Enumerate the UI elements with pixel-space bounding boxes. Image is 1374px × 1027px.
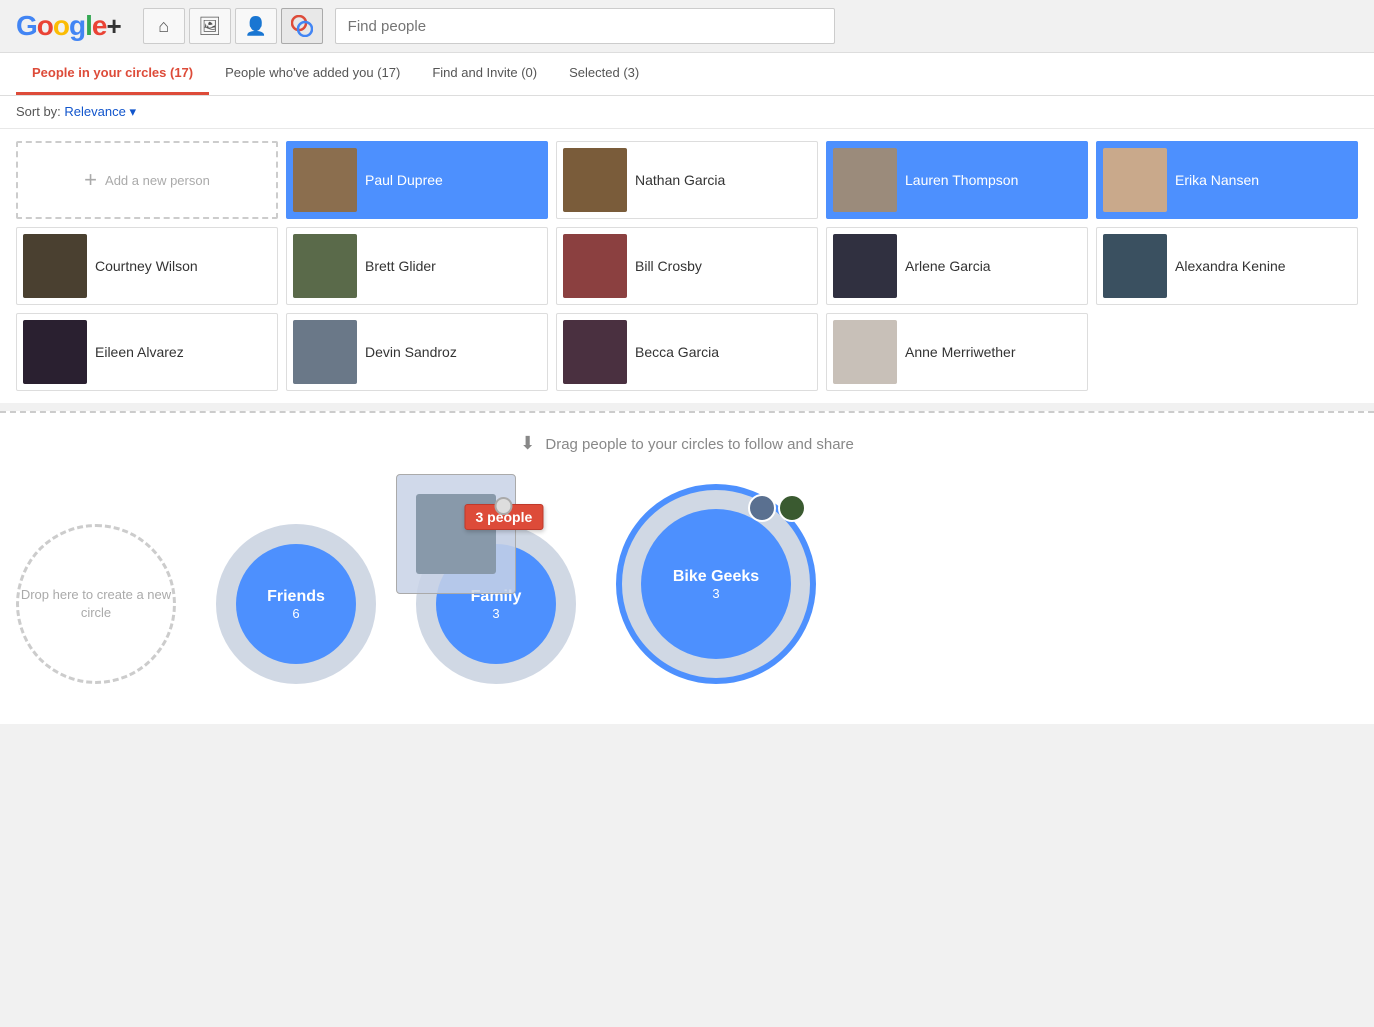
add-icon: + [84,167,97,193]
logo-l: l [85,10,92,41]
drag-hint-text: Drag people to your circles to follow an… [545,436,854,453]
circle-friends-count: 6 [292,606,299,621]
circle-friends-label: Friends [267,588,325,606]
add-person-card[interactable]: + Add a new person [16,141,278,219]
circle-bike-geeks[interactable]: Bike Geeks 3 [616,484,816,684]
mini-avatar-2 [778,494,806,522]
person-name-alexandra-kenine: Alexandra Kenine [1175,257,1286,275]
search-input[interactable] [335,8,835,44]
person-name-lauren-thompson: Lauren Thompson [905,171,1018,189]
circle-bike-geeks-label: Bike Geeks [673,568,759,586]
person-card-becca-garcia[interactable]: Becca Garcia [556,313,818,391]
person-name-bill-crosby: Bill Crosby [635,257,702,275]
people-grid: + Add a new person Paul Dupree Nathan Ga… [0,129,1374,403]
person-card-lauren-thompson[interactable]: Lauren Thompson [826,141,1088,219]
person-name-nathan-garcia: Nathan Garcia [635,171,725,189]
profile-icon[interactable]: 👤 [235,8,277,44]
circle-bike-geeks-count: 3 [712,586,719,601]
person-name-becca-garcia: Becca Garcia [635,343,719,361]
avatar-arlene-garcia [833,234,897,298]
family-drag-overlay [396,474,516,594]
circle-container-friends: Friends 6 [216,524,376,684]
sort-label: Sort by: [16,104,61,119]
drag-hint: ⬇ Drag people to your circles to follow … [0,411,1374,464]
avatar-erika-nansen [1103,148,1167,212]
person-card-devin-sandroz[interactable]: Devin Sandroz [286,313,548,391]
logo-o1: o [37,10,53,41]
avatar-nathan-garcia [563,148,627,212]
avatar-lauren-thompson [833,148,897,212]
person-card-erika-nansen[interactable]: Erika Nansen [1096,141,1358,219]
logo-g: G [16,10,37,41]
person-card-nathan-garcia[interactable]: Nathan Garcia [556,141,818,219]
avatar-eileen-alvarez [23,320,87,384]
person-name-devin-sandroz: Devin Sandroz [365,343,457,361]
circle-family-count: 3 [492,606,499,621]
circle-drop-new[interactable]: Drop here to create a new circle [16,524,176,684]
drag-tag: 3 people [464,504,543,530]
avatar-devin-sandroz [293,320,357,384]
person-name-arlene-garcia: Arlene Garcia [905,257,991,275]
circles-icon[interactable] [281,8,323,44]
person-name-brett-glider: Brett Glider [365,257,436,275]
circle-drop-label: Drop here to create a new circle [19,586,173,622]
logo: Google+ [16,10,121,42]
logo-e: e [92,10,107,41]
nav-icons: ⌂ 🖼 👤 [143,8,323,44]
header: Google+ ⌂ 🖼 👤 [0,0,1374,53]
person-name-courtney-wilson: Courtney Wilson [95,257,198,275]
tab-added-you[interactable]: People who've added you (17) [209,53,416,95]
sort-bar: Sort by: Relevance ▾ [0,96,1374,129]
person-name-erika-nansen: Erika Nansen [1175,171,1259,189]
mini-avatars [748,494,806,522]
person-card-eileen-alvarez[interactable]: Eileen Alvarez [16,313,278,391]
tab-find-invite[interactable]: Find and Invite (0) [416,53,553,95]
logo-plus: + [106,11,120,41]
circle-friends[interactable]: Friends 6 [216,524,376,684]
person-card-courtney-wilson[interactable]: Courtney Wilson [16,227,278,305]
person-card-anne-merriwether[interactable]: Anne Merriwether [826,313,1088,391]
person-name-anne-merriwether: Anne Merriwether [905,343,1016,361]
mini-avatar-1 [748,494,776,522]
logo-o2: o [53,10,69,41]
person-card-brett-glider[interactable]: Brett Glider [286,227,548,305]
circle-friends-inner: Friends 6 [236,544,356,664]
person-card-arlene-garcia[interactable]: Arlene Garcia [826,227,1088,305]
avatar-anne-merriwether [833,320,897,384]
tabs: People in your circles (17) People who'v… [0,53,1374,96]
avatar-bill-crosby [563,234,627,298]
person-card-bill-crosby[interactable]: Bill Crosby [556,227,818,305]
person-name-eileen-alvarez: Eileen Alvarez [95,343,184,361]
circle-container-family: 3 people Family 3 [416,524,576,684]
photos-icon[interactable]: 🖼 [189,8,231,44]
circle-container-drop: Drop here to create a new circle [16,524,176,684]
add-person-label: Add a new person [105,173,210,188]
person-name-paul-dupree: Paul Dupree [365,171,443,189]
arrow-down-icon: ⬇ [520,433,535,453]
circle-container-bike-geeks: Bike Geeks 3 [616,484,816,684]
tab-in-circles[interactable]: People in your circles (17) [16,53,209,95]
person-card-alexandra-kenine[interactable]: Alexandra Kenine [1096,227,1358,305]
sort-value[interactable]: Relevance ▾ [64,104,136,119]
avatar-courtney-wilson [23,234,87,298]
person-card-paul-dupree[interactable]: Paul Dupree [286,141,548,219]
tab-selected[interactable]: Selected (3) [553,53,655,95]
circles-area: Drop here to create a new circle Friends… [0,464,1374,724]
avatar-alexandra-kenine [1103,234,1167,298]
avatar-brett-glider [293,234,357,298]
avatar-becca-garcia [563,320,627,384]
circle-bike-geeks-inner: Bike Geeks 3 [641,509,791,659]
home-icon[interactable]: ⌂ [143,8,185,44]
avatar-paul-dupree [293,148,357,212]
logo-g2: g [69,10,85,41]
